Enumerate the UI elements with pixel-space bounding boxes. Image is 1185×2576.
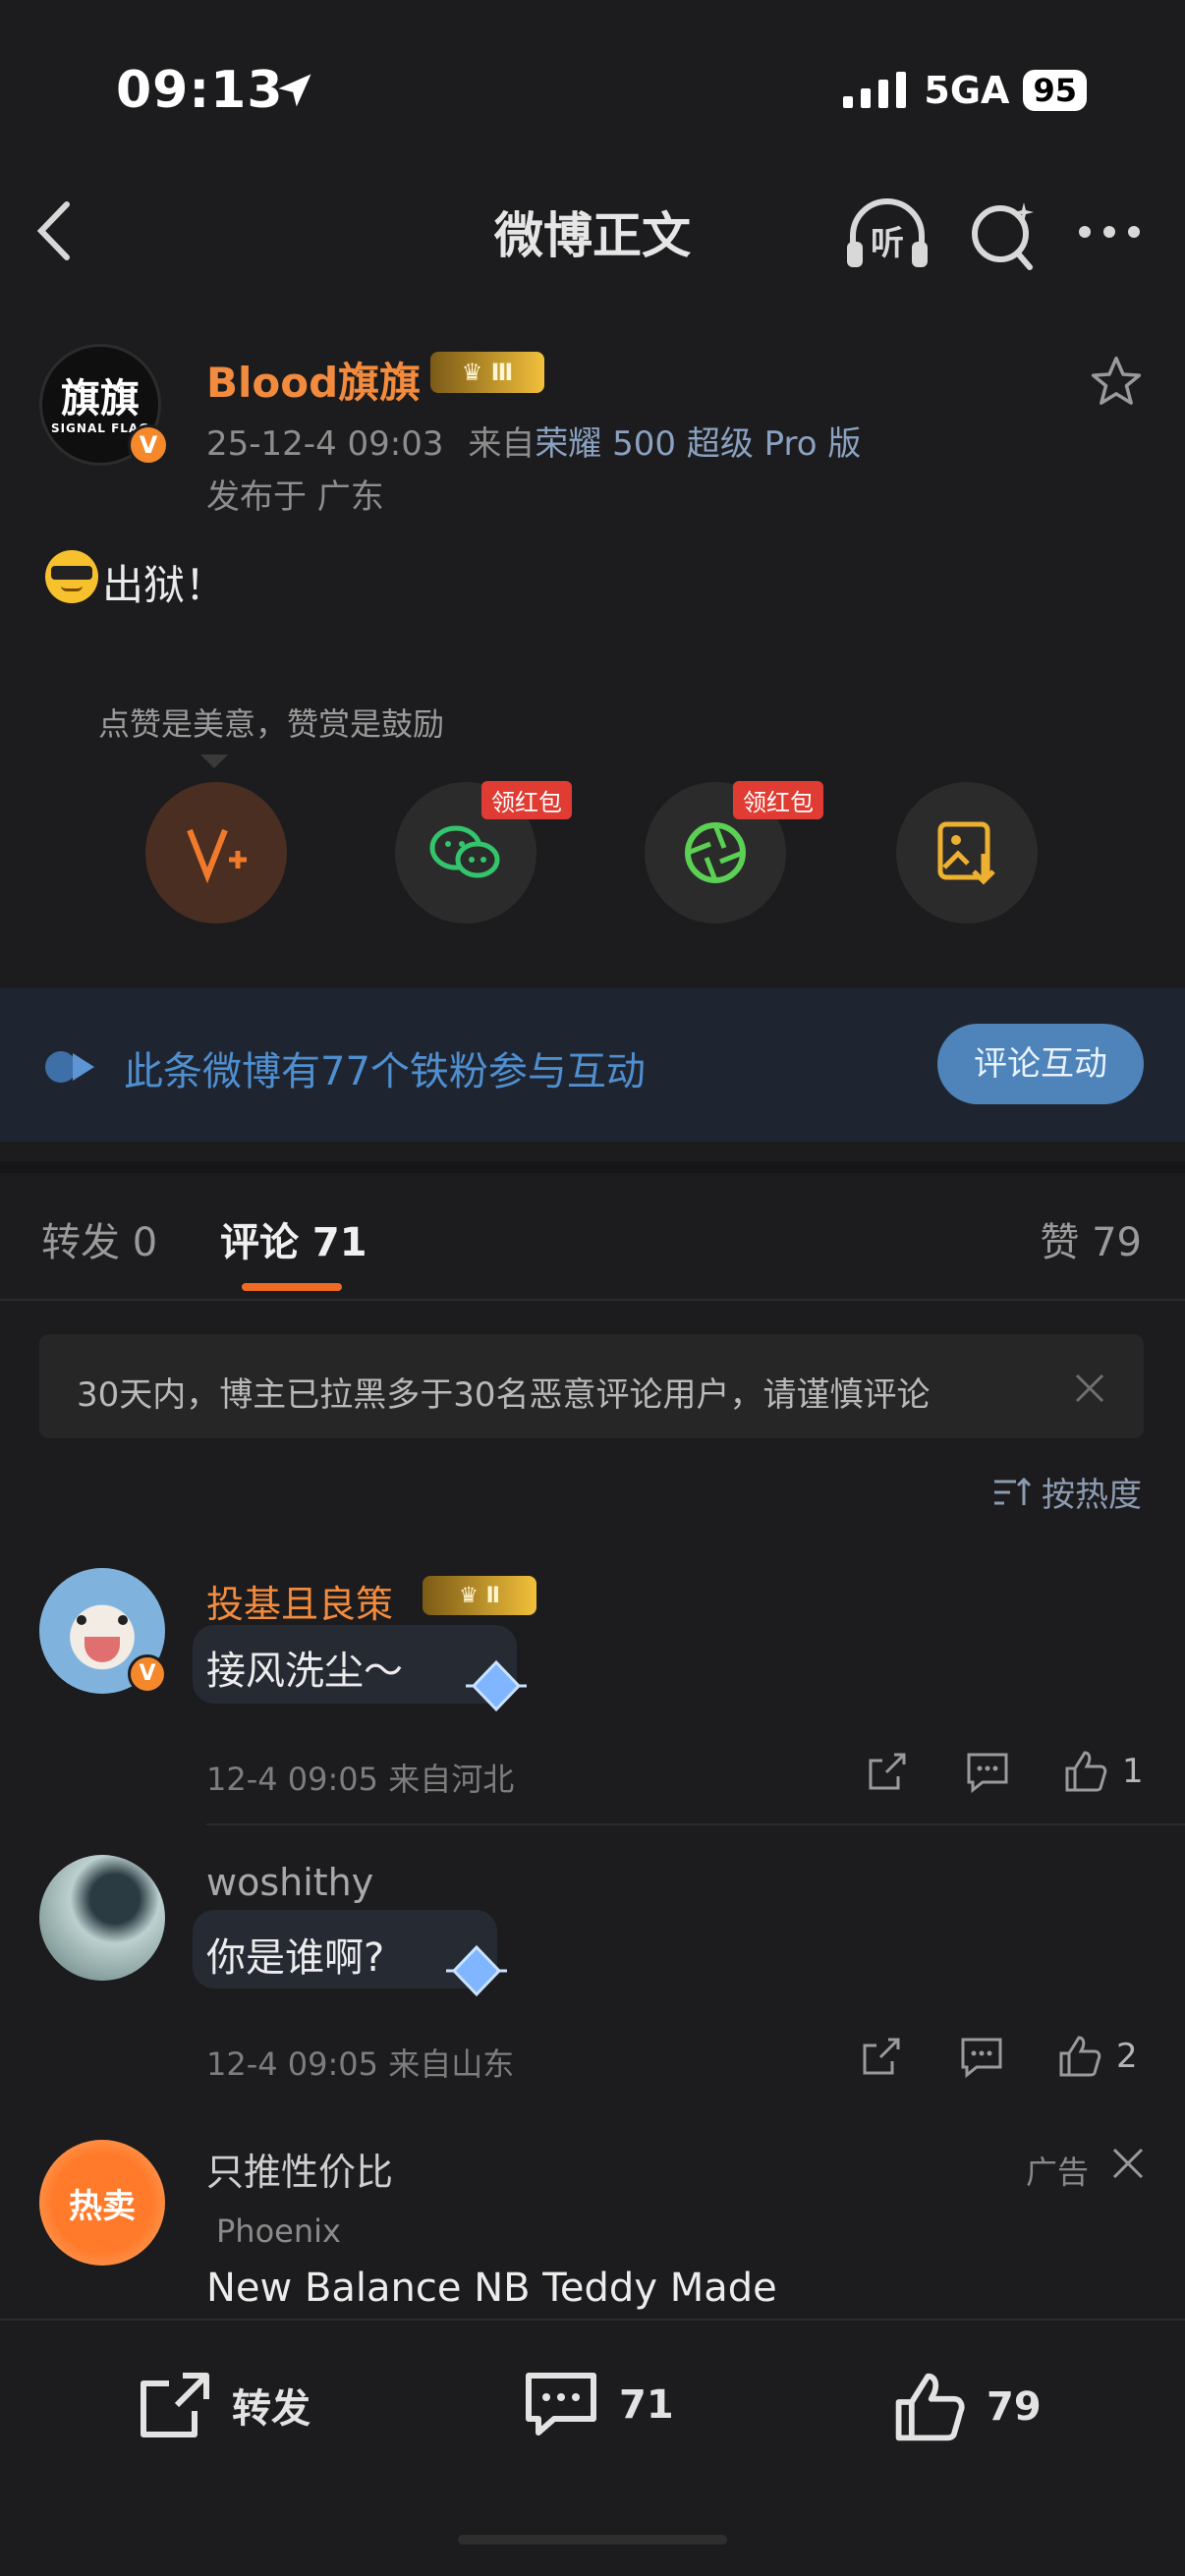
thumbs-up-icon xyxy=(1059,2036,1101,2077)
comment-like[interactable]: 1 xyxy=(1063,1749,1144,1794)
red-packet-tag: 领红包 xyxy=(733,781,823,819)
reward-button[interactable] xyxy=(145,782,287,924)
comment-divider xyxy=(206,1823,1185,1825)
home-indicator xyxy=(458,2535,727,2545)
comment-icon xyxy=(526,2373,596,2436)
ad-avatar[interactable]: 热卖 xyxy=(39,2140,165,2266)
comment-user[interactable]: woshithy xyxy=(206,1861,373,1904)
comment-like-count: 2 xyxy=(1116,2037,1138,2076)
sort-icon xyxy=(994,1477,1032,1505)
comment-like[interactable]: 2 xyxy=(1057,2034,1138,2079)
comment-meta: 12-4 09:05 来自山东 xyxy=(206,2045,515,2083)
save-image-button[interactable] xyxy=(896,782,1038,924)
tabs-divider xyxy=(0,1299,1185,1301)
red-packet-tag: 领红包 xyxy=(481,781,572,819)
reply-icon[interactable] xyxy=(965,1751,1010,1794)
tab-like[interactable]: 赞 79 xyxy=(1040,1210,1142,1267)
comment-button[interactable]: 71 xyxy=(523,2370,674,2440)
image-download-icon xyxy=(937,821,995,885)
ad-label: 广告 xyxy=(1025,2154,1089,2191)
location-arrow-icon xyxy=(278,74,311,107)
repost-icon xyxy=(141,2373,209,2437)
wechat-icon xyxy=(429,825,500,878)
share-icon[interactable] xyxy=(865,1751,908,1794)
listen-label: 听 xyxy=(871,224,904,263)
verified-badge: V xyxy=(128,424,169,466)
avatar-logo-text: 旗旗 xyxy=(61,375,140,421)
source-prefix: 来自 xyxy=(468,424,536,464)
diamond-decoration-icon xyxy=(446,1944,507,1997)
post-source[interactable]: 荣耀 500 超级 Pro 版 xyxy=(535,424,861,464)
fan-icon xyxy=(45,1051,94,1083)
vip-crown-badge: ♛ Ⅲ xyxy=(430,352,544,393)
status-time: 09:13 xyxy=(116,61,284,120)
fan-interaction-text: 此条微博有77个铁粉参与互动 xyxy=(124,1049,646,1094)
moments-aperture-icon xyxy=(685,822,746,883)
thumbs-up-icon xyxy=(1065,1751,1107,1792)
comment-text: 你是谁啊? xyxy=(206,1935,385,1981)
search-icon[interactable] xyxy=(965,193,1044,275)
active-tab-indicator xyxy=(242,1283,342,1291)
comment-meta: 12-4 09:05 来自河北 xyxy=(206,1761,515,1798)
comment-notice-text: 30天内，博主已拉黑多于30名恶意评论用户，请谨慎评论 xyxy=(77,1375,931,1415)
comment-avatar[interactable] xyxy=(39,1855,165,1981)
close-ad-icon[interactable] xyxy=(1110,2146,1146,2181)
sort-label: 按热度 xyxy=(1042,1476,1142,1515)
ad-title[interactable]: 只推性价比 xyxy=(206,2142,393,2196)
reply-icon[interactable] xyxy=(959,2036,1004,2079)
sort-by-hot[interactable]: 按热度 xyxy=(992,1468,1142,1516)
comment-like-count: 1 xyxy=(1122,1752,1144,1791)
sunglasses-emoji-icon xyxy=(45,550,98,603)
tab-repost[interactable]: 转发 0 xyxy=(41,1210,157,1267)
network-label: 5GA xyxy=(924,69,1010,112)
like-button[interactable]: 79 xyxy=(892,2370,1042,2444)
more-icon[interactable] xyxy=(1075,220,1144,244)
signal-icon xyxy=(843,72,907,108)
comment-user[interactable]: 投基且良策 xyxy=(206,1574,393,1628)
verified-badge: V xyxy=(128,1654,167,1694)
share-icon[interactable] xyxy=(859,2036,902,2079)
ad-brand: Phoenix xyxy=(216,2212,341,2250)
post-content: 出狱！ xyxy=(102,561,227,609)
thumbs-up-icon xyxy=(895,2373,965,2441)
vip-crown-badge: ♛ Ⅱ xyxy=(423,1576,536,1615)
comment-interact-button[interactable]: 评论互动 xyxy=(937,1024,1144,1104)
vplus-icon xyxy=(187,828,247,884)
comment-count: 71 xyxy=(619,2382,674,2428)
repost-button[interactable]: 转发 xyxy=(138,2370,310,2440)
comment-text: 接风洗尘～ xyxy=(206,1649,403,1694)
post-timestamp: 25-12-4 09:03 xyxy=(206,424,444,464)
post-location: 发布于 广东 xyxy=(206,477,384,517)
close-notice-icon[interactable] xyxy=(1073,1372,1106,1405)
tip-hint-pointer xyxy=(200,755,228,768)
status-indicators: 5GA 95 xyxy=(841,69,1087,112)
author-name[interactable]: Blood旗旗 xyxy=(206,350,421,410)
post-meta: 25-12-4 09:03 来自荣耀 500 超级 Pro 版 xyxy=(206,417,861,465)
tab-comment[interactable]: 评论 71 xyxy=(220,1210,367,1267)
like-count: 79 xyxy=(987,2384,1042,2430)
tip-hint: 点赞是美意，赞赏是鼓励 xyxy=(98,705,445,743)
section-divider xyxy=(0,1161,1185,1173)
battery-level: 95 xyxy=(1023,70,1087,111)
repost-label: 转发 xyxy=(232,2386,310,2432)
diamond-decoration-icon xyxy=(466,1659,527,1712)
favorite-star-icon[interactable] xyxy=(1089,354,1144,409)
ad-badge: 热卖 xyxy=(69,2186,136,2226)
listen-button[interactable]: 听 xyxy=(843,193,931,275)
ad-text[interactable]: New Balance NB Teddy Made xyxy=(206,2266,777,2311)
